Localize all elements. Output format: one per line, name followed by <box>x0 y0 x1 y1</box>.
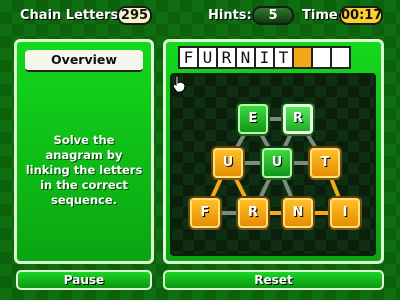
answer-slot <box>311 46 332 69</box>
hints-counter[interactable]: 5 <box>252 6 294 25</box>
hand-cursor-icon <box>172 75 186 93</box>
answer-slot: R <box>216 46 237 69</box>
instructions-text: Solve the anagram by linking the letters… <box>25 133 143 207</box>
answer-slot <box>330 46 351 69</box>
letter-tile[interactable]: N <box>281 196 315 230</box>
overview-panel: Overview Solve the anagram by linking th… <box>14 39 154 264</box>
pause-button[interactable]: Pause <box>16 270 152 290</box>
answer-slot: F <box>178 46 199 69</box>
letter-tile[interactable]: R <box>236 196 270 230</box>
letter-tile[interactable]: E <box>236 102 270 136</box>
answer-slot-current <box>292 46 313 69</box>
time-label: Time: <box>302 8 343 23</box>
letter-tile[interactable]: U <box>211 146 245 180</box>
score-display: 295 <box>117 6 152 25</box>
letter-tile[interactable]: U <box>260 146 294 180</box>
answer-slot: T <box>273 46 294 69</box>
letter-tile[interactable]: T <box>308 146 342 180</box>
reset-button[interactable]: Reset <box>163 270 384 290</box>
game-title: Chain Letters <box>20 8 119 23</box>
letter-tile[interactable]: I <box>328 196 362 230</box>
timer-display: 00:17 <box>339 6 383 25</box>
letter-tile[interactable]: F <box>188 196 222 230</box>
hints-label: Hints: <box>208 8 252 23</box>
letter-tile-selected[interactable]: R <box>281 102 315 136</box>
letter-board: E R U U T F R N I <box>170 73 376 256</box>
answer-slot: N <box>235 46 256 69</box>
answer-slot: U <box>197 46 218 69</box>
overview-title: Overview <box>25 50 143 72</box>
answer-slots: F U R N I T <box>178 46 351 69</box>
answer-slot: I <box>254 46 275 69</box>
